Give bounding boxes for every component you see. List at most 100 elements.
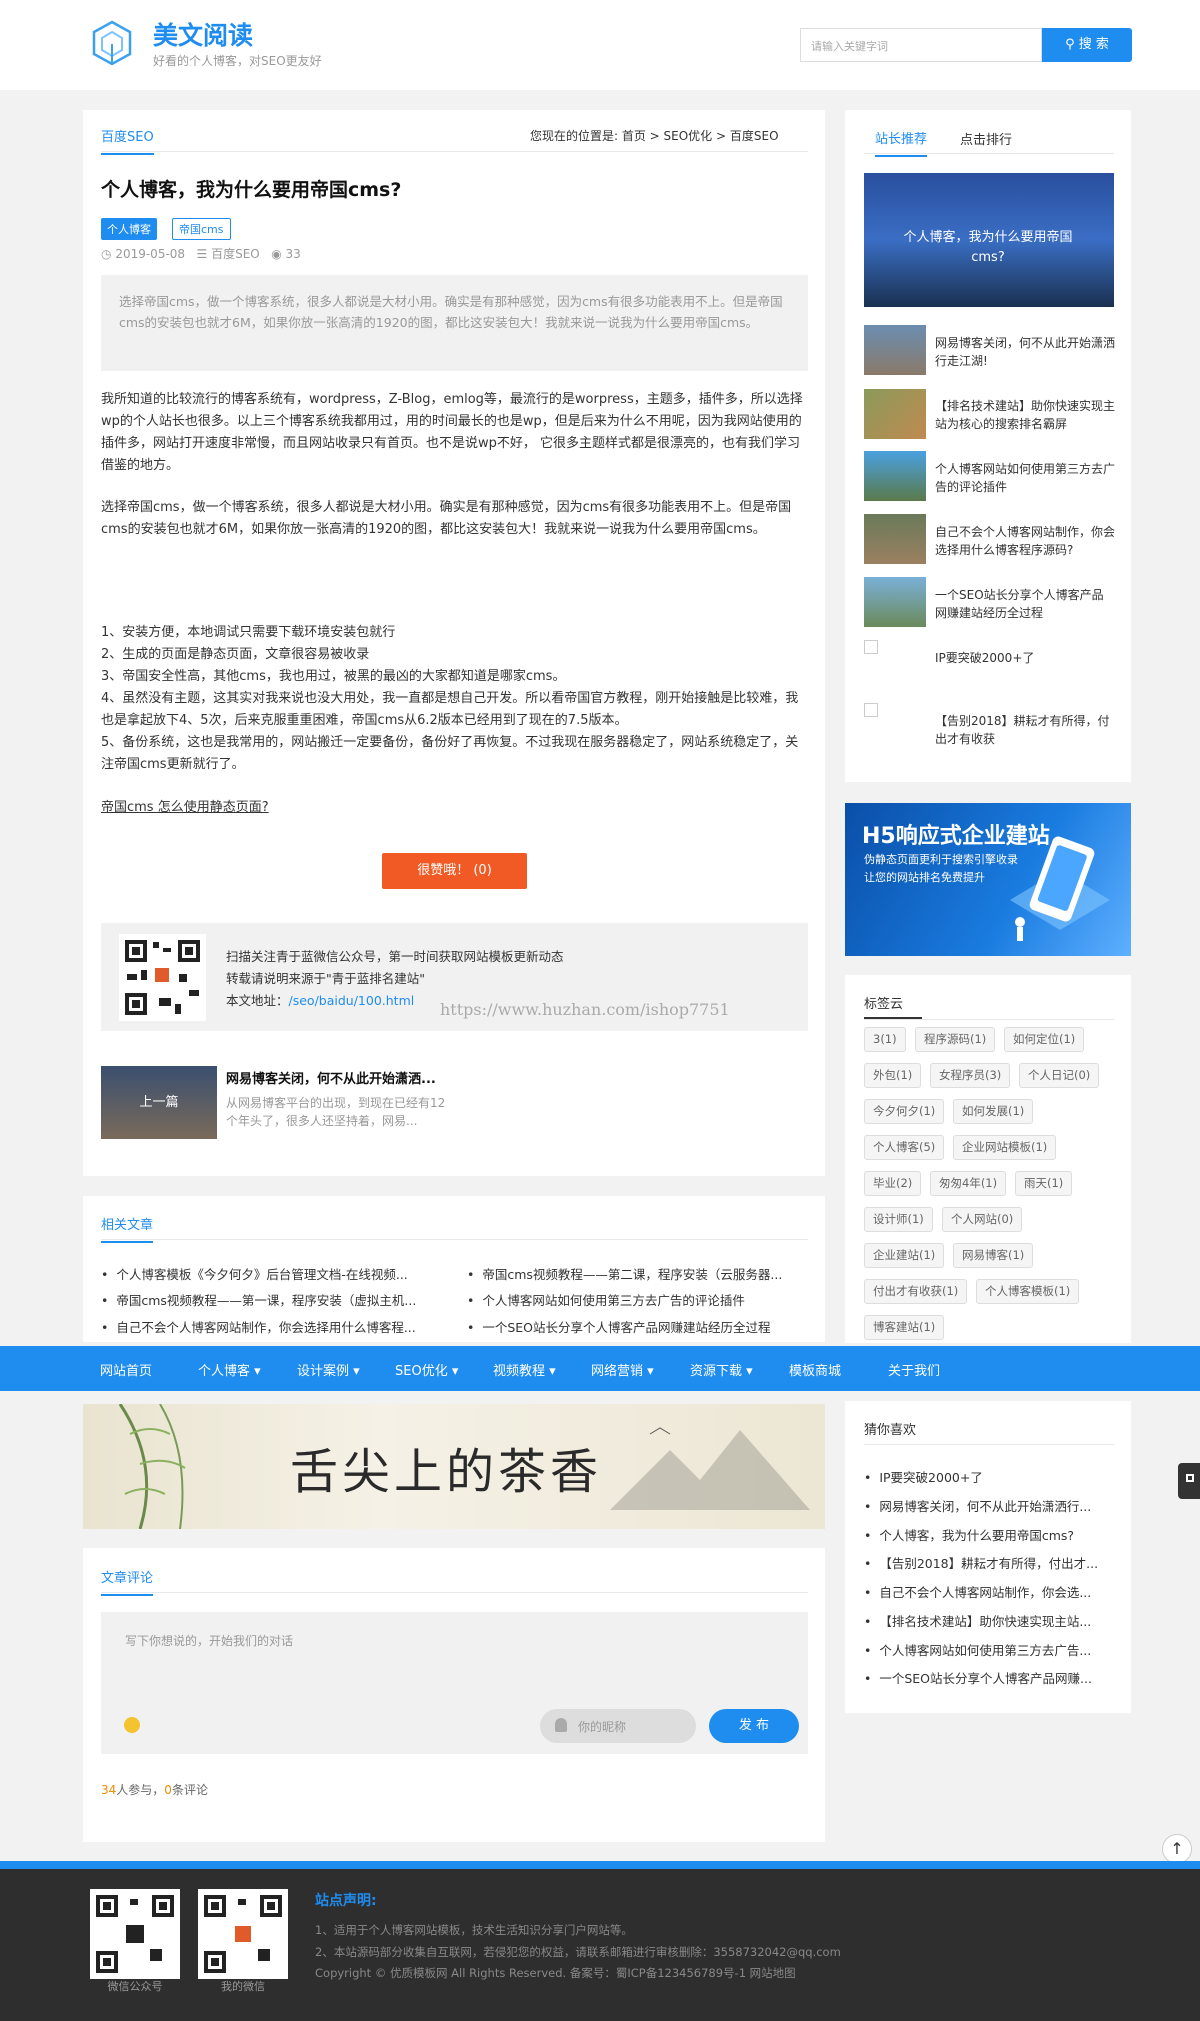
article-title: 个人博客，我为什么要用帝国cms? [101, 179, 402, 201]
nav-item-blog[interactable]: 个人博客 ▾ [198, 1360, 261, 1379]
tag-cloud-item[interactable]: 博客建站(1) [864, 1315, 945, 1340]
tag-cloud-item[interactable]: 付出才有收获(1) [864, 1279, 968, 1304]
tag-cloud-item[interactable]: 如何发展(1) [953, 1099, 1034, 1124]
tag-cloud-item[interactable]: 雨天(1) [1015, 1171, 1073, 1196]
footer-accent-bar [0, 1861, 1200, 1869]
thumbnail-image[interactable] [864, 514, 926, 564]
tag-cloud-item[interactable]: 个人网站(0) [942, 1207, 1023, 1232]
user-icon [555, 1718, 567, 1732]
nav-item-video[interactable]: 视频教程 ▾ [493, 1360, 556, 1379]
phone-illustration [1010, 836, 1110, 941]
tag-cloud-item[interactable]: 企业建站(1) [864, 1243, 945, 1268]
tag-cloud-item[interactable]: 企业网站模板(1) [953, 1135, 1057, 1160]
clock-icon: ◷ [101, 247, 112, 261]
share-url-label: 本文地址： [226, 993, 289, 1008]
article-tag[interactable]: 帝国cms [172, 218, 231, 240]
nav-item-about[interactable]: 关于我们 [888, 1360, 940, 1379]
site-name[interactable]: 美文阅读 [153, 16, 253, 52]
tag-cloud-item[interactable]: 个人博客模板(1) [976, 1279, 1080, 1304]
article-category[interactable]: 百度SEO [211, 247, 260, 261]
nav-item-marketing[interactable]: 网络营销 ▾ [591, 1360, 654, 1379]
nav-item-home[interactable]: 网站首页 [100, 1360, 152, 1379]
emoji-icon[interactable] [124, 1717, 140, 1733]
arrow-up-icon: ↑ [1170, 1839, 1184, 1858]
footer-line: 2、本站源码部分收集自互联网，若侵犯您的权益，请联系邮箱进行审核删除：35587… [315, 1945, 841, 1959]
nav-item-download[interactable]: 资源下载 ▾ [690, 1360, 753, 1379]
thumbnail-image[interactable] [864, 325, 926, 375]
eye-icon: ◉ [271, 247, 282, 261]
guess-item[interactable]: • 个人博客，我为什么要用帝国cms? [864, 1525, 1074, 1544]
qr-code-image [90, 1889, 180, 1979]
tag-cloud-item[interactable]: 网易博客(1) [953, 1243, 1034, 1268]
back-to-top-button[interactable]: ↑ [1162, 1834, 1192, 1864]
qr-label: 微信公众号 [107, 1980, 163, 1993]
featured-title[interactable]: 个人博客，我为什么要用帝国cms? [888, 228, 1088, 268]
related-item[interactable]: • 帝国cms视频教程——第一课，程序安装（虚拟主机... [101, 1290, 416, 1309]
sidebar-item[interactable]: 【告别2018】耕耘才有所得，付出才有收获 [935, 712, 1115, 748]
guess-item[interactable]: • 网易博客关闭，何不从此开始潇洒行... [864, 1496, 1091, 1515]
related-item[interactable]: • 个人博客网站如何使用第三方去广告的评论插件 [467, 1290, 745, 1309]
tag-cloud-item[interactable]: 个人博客(5) [864, 1135, 945, 1160]
broken-image-icon [864, 703, 878, 717]
sidebar-item[interactable]: 自己不会个人博客网站制作，你会选择用什么博客程序源码? [935, 523, 1115, 559]
grid-icon [1186, 1474, 1194, 1482]
list-item: 4、虽然没有主题，这其实对我来说也没大用处，我一直都是想自己开发。所以看帝国官方… [101, 691, 799, 728]
prev-article-thumbnail[interactable]: 上一篇 [101, 1066, 217, 1139]
post-button[interactable]: 发 布 [709, 1709, 799, 1743]
breadcrumb[interactable]: 您现在的位置是: 首页 > SEO优化 > 百度SEO [530, 127, 779, 144]
share-line: 转载请说明来源于"青于蓝排名建站" [226, 971, 425, 986]
related-item[interactable]: • 帝国cms视频教程——第二课，程序安装（云服务器... [467, 1264, 782, 1283]
tag-cloud-item[interactable]: 匆匆4年(1) [930, 1171, 1007, 1196]
guess-item[interactable]: • 一个SEO站长分享个人博客产品网赚... [864, 1668, 1092, 1687]
banner-text: 舌尖上的茶香 [290, 1444, 603, 1500]
divider [101, 1239, 808, 1240]
tag-cloud-item[interactable]: 外包(1) [864, 1063, 922, 1088]
tag-cloud-item[interactable]: 如何定位(1) [1004, 1027, 1085, 1052]
footer-line: Copyright © 优质模板网 All Rights Reserved. 备… [315, 1966, 796, 1980]
tag-cloud-item[interactable]: 3(1) [864, 1027, 906, 1052]
search-button[interactable]: ⚲ 搜 索 [1042, 28, 1132, 62]
share-url-link[interactable]: /seo/baidu/100.html [289, 993, 415, 1008]
sidebar-item[interactable]: IP要突破2000+了 [935, 649, 1115, 667]
footer-heading: 站点声明: [315, 1893, 377, 1909]
tag-cloud-item[interactable]: 今夕何夕(1) [864, 1099, 945, 1124]
guess-item[interactable]: • 【告别2018】耕耘才有所得，付出才... [864, 1553, 1098, 1572]
related-item[interactable]: • 个人博客模板《今夕何夕》后台管理文档-在线视频... [101, 1264, 408, 1283]
article-tag[interactable]: 个人博客 [101, 218, 157, 240]
guess-item[interactable]: • 自己不会个人博客网站制作，你会选... [864, 1582, 1091, 1601]
like-button[interactable]: 很赞哦！ (0) [382, 853, 527, 889]
tag-cloud-item[interactable]: 程序源码(1) [915, 1027, 996, 1052]
share-line: 扫描关注青于蓝微信公众号，第一时间获取网站模板更新动态 [226, 949, 564, 964]
tag-cloud-item[interactable]: 毕业(2) [864, 1171, 922, 1196]
guess-item[interactable]: • 【排名技术建站】助你快速实现主站... [864, 1611, 1091, 1630]
article-date: 2019-05-08 [115, 247, 186, 261]
sidebar-item[interactable]: 网易博客关闭，何不从此开始潇洒行走江湖! [935, 334, 1115, 370]
guess-title: 猜你喜欢 [864, 1423, 917, 1438]
tag-cloud-item[interactable]: 设计师(1) [864, 1207, 933, 1232]
article-link[interactable]: 帝国cms 怎么使用静态页面? [101, 796, 269, 815]
tag-cloud-panel: 3(1) 程序源码(1) 如何定位(1) 外包(1) 女程序员(3) 个人日记(0) 今夕何… [845, 975, 1131, 1343]
tag-cloud-item[interactable]: 女程序员(3) [930, 1063, 1011, 1088]
nav-item-design[interactable]: 设计案例 ▾ [297, 1360, 360, 1379]
tag-cloud-item[interactable]: 个人日记(0) [1019, 1063, 1100, 1088]
thumbnail-image[interactable] [864, 577, 926, 627]
related-item[interactable]: • 自己不会个人博客网站制作，你会选择用什么博客程... [101, 1317, 416, 1336]
search-button-label: 搜 索 [1078, 37, 1109, 52]
guess-item[interactable]: • 个人博客网站如何使用第三方去广告... [864, 1640, 1091, 1659]
thumbnail-image[interactable] [864, 451, 926, 501]
nav-item-seo[interactable]: SEO优化 ▾ [395, 1360, 458, 1379]
related-item[interactable]: • 一个SEO站长分享个人博客产品网赚建站经历全过程 [467, 1317, 771, 1336]
tab-popular[interactable]: 点击排行 [960, 129, 1012, 148]
thumbnail-image[interactable] [864, 389, 926, 439]
sidebar-item[interactable]: 一个SEO站长分享个人博客产品网赚建站经历全过程 [935, 586, 1115, 622]
watermark: https://www.huzhan.com/ishop7751 [440, 1000, 730, 1019]
title-underline [864, 1017, 922, 1019]
sidebar-item[interactable]: 【排名技术建站】助你快速实现主站为核心的搜索排名霸屏 [935, 397, 1115, 433]
guess-item[interactable]: • IP要突破2000+了 [864, 1467, 983, 1486]
nav-item-store[interactable]: 模板商城 [789, 1360, 841, 1379]
search-input[interactable]: 请输入关键字词 [800, 28, 1042, 62]
prev-article-title[interactable]: 网易博客关闭，何不从此开始潇洒... [226, 1068, 436, 1087]
bamboo-illustration [118, 1404, 186, 1529]
sidebar-item[interactable]: 个人博客网站如何使用第三方去广告的评论插件 [935, 460, 1115, 496]
logo-icon[interactable] [86, 18, 138, 70]
